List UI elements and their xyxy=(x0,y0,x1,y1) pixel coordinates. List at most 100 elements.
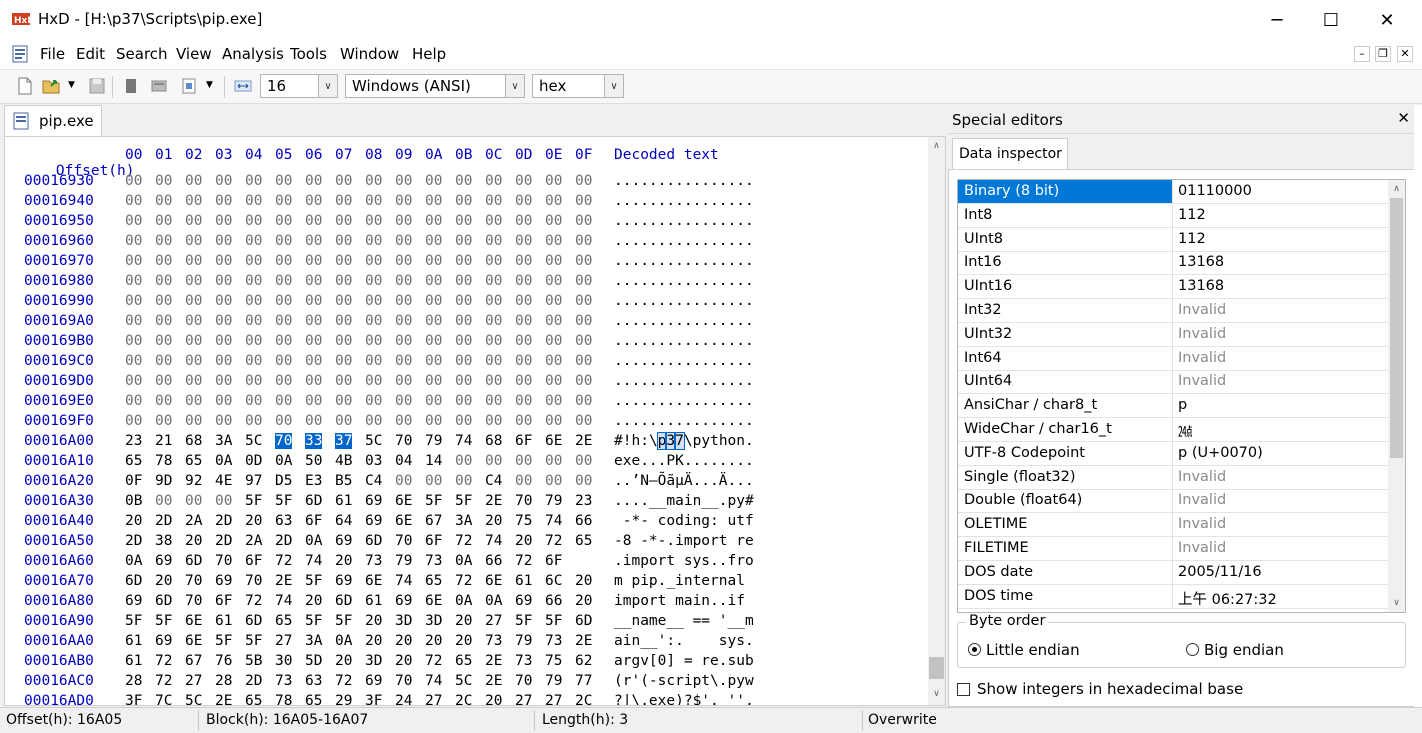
hex-byte[interactable]: 00 xyxy=(515,333,532,349)
hex-byte[interactable]: 20 xyxy=(455,633,472,649)
hex-byte[interactable]: 00 xyxy=(545,253,562,269)
hex-byte[interactable]: 00 xyxy=(185,193,202,209)
hex-byte[interactable]: 00 xyxy=(575,293,592,309)
hex-byte[interactable]: 70 xyxy=(185,573,202,589)
hex-byte[interactable]: 6E xyxy=(185,633,202,649)
hex-byte[interactable]: 00 xyxy=(215,393,232,409)
hex-byte[interactable]: 72 xyxy=(425,653,442,669)
hex-byte[interactable]: 00 xyxy=(155,173,172,189)
inspector-row[interactable]: UInt16 13168 xyxy=(958,275,1388,300)
hex-byte[interactable]: 00 xyxy=(185,373,202,389)
hex-byte[interactable]: 61 xyxy=(335,493,352,509)
hex-byte[interactable]: 00 xyxy=(425,253,442,269)
hex-byte[interactable]: 00 xyxy=(365,173,382,189)
hex-byte[interactable]: 2C xyxy=(455,693,472,705)
hex-byte[interactable]: 00 xyxy=(125,333,142,349)
hex-byte[interactable]: 72 xyxy=(245,593,262,609)
inspector-row[interactable]: WideChar / char16_t ㍰ xyxy=(958,418,1388,442)
hex-byte[interactable]: 00 xyxy=(395,413,412,429)
hex-byte[interactable]: 77 xyxy=(575,673,592,689)
hex-byte[interactable]: 00 xyxy=(275,173,292,189)
hex-byte[interactable]: 2D xyxy=(215,533,232,549)
hex-byte[interactable]: 00 xyxy=(365,253,382,269)
hex-byte[interactable]: 00 xyxy=(245,313,262,329)
hex-byte[interactable]: 6F xyxy=(425,533,442,549)
hex-byte[interactable]: 20 xyxy=(575,573,592,589)
hex-byte[interactable]: 00 xyxy=(395,373,412,389)
hex-byte[interactable]: 00 xyxy=(395,213,412,229)
hex-byte[interactable]: 27 xyxy=(515,693,532,705)
scroll-thumb[interactable] xyxy=(1390,198,1403,458)
hex-byte[interactable]: 79 xyxy=(425,433,442,449)
hex-byte[interactable]: 00 xyxy=(245,193,262,209)
hex-byte[interactable]: 75 xyxy=(515,513,532,529)
hex-byte[interactable]: 00 xyxy=(485,333,502,349)
hex-byte[interactable]: 00 xyxy=(515,193,532,209)
mdi-minimize-button[interactable]: – xyxy=(1354,46,1370,62)
menu-help[interactable]: Help xyxy=(412,45,446,63)
hex-byte[interactable]: 65 xyxy=(275,613,292,629)
hex-byte[interactable]: E3 xyxy=(305,473,322,489)
hex-byte[interactable]: 6E xyxy=(545,433,562,449)
hex-byte[interactable]: 37 xyxy=(335,433,353,449)
hex-byte[interactable]: 00 xyxy=(365,293,382,309)
hex-byte[interactable]: 2E xyxy=(215,693,232,705)
hex-byte[interactable]: 27 xyxy=(425,693,442,705)
hex-byte[interactable]: 72 xyxy=(455,533,472,549)
decoded-text[interactable]: ................ xyxy=(614,413,754,429)
hex-byte[interactable]: 00 xyxy=(215,193,232,209)
hex-byte[interactable]: C4 xyxy=(365,473,382,489)
hex-byte[interactable]: 00 xyxy=(215,413,232,429)
hex-byte[interactable]: 68 xyxy=(185,433,202,449)
hex-byte[interactable]: 00 xyxy=(305,273,322,289)
hex-byte[interactable]: 00 xyxy=(455,473,472,489)
hex-byte[interactable]: 00 xyxy=(125,233,142,249)
hex-byte[interactable]: 00 xyxy=(455,213,472,229)
inspector-value[interactable]: Invalid xyxy=(1178,350,1226,366)
hex-byte[interactable]: 00 xyxy=(215,333,232,349)
hex-byte[interactable]: 5C xyxy=(455,673,472,689)
hex-byte[interactable]: 00 xyxy=(335,413,352,429)
hex-byte[interactable]: 00 xyxy=(455,173,472,189)
hex-byte[interactable]: 00 xyxy=(185,313,202,329)
hex-byte[interactable]: 69 xyxy=(215,573,232,589)
hex-byte[interactable]: 65 xyxy=(455,653,472,669)
hex-byte[interactable]: 00 xyxy=(335,373,352,389)
hex-byte[interactable]: C4 xyxy=(485,473,502,489)
hex-byte[interactable]: 61 xyxy=(125,633,142,649)
hex-byte[interactable]: 6C xyxy=(545,573,562,589)
hex-byte[interactable]: 2E xyxy=(485,493,502,509)
disk-editor-icon[interactable] xyxy=(150,77,168,95)
menu-analysis[interactable]: Analysis xyxy=(222,45,284,63)
hex-byte[interactable]: 00 xyxy=(335,213,352,229)
chevron-down-icon[interactable]: ∨ xyxy=(604,75,623,97)
hex-byte[interactable]: 04 xyxy=(395,453,412,469)
menu-edit[interactable]: Edit xyxy=(76,45,105,63)
hex-byte[interactable]: 29 xyxy=(335,693,352,705)
decoded-text[interactable]: ................ xyxy=(614,253,754,269)
hex-byte[interactable]: 61 xyxy=(515,573,532,589)
hex-byte[interactable]: 69 xyxy=(365,493,382,509)
hex-byte[interactable]: 75 xyxy=(545,653,562,669)
open-folder-icon[interactable] xyxy=(42,77,60,95)
hex-byte[interactable]: 61 xyxy=(215,613,232,629)
hex-byte[interactable]: 00 xyxy=(425,413,442,429)
hex-byte[interactable]: 6E xyxy=(395,513,412,529)
hex-byte[interactable]: 67 xyxy=(185,653,202,669)
hex-byte[interactable]: 0D xyxy=(245,453,262,469)
hex-byte[interactable]: 00 xyxy=(545,453,562,469)
hex-byte[interactable]: 00 xyxy=(455,253,472,269)
hex-byte[interactable]: 20 xyxy=(395,633,412,649)
hex-byte[interactable]: 00 xyxy=(575,333,592,349)
hex-byte[interactable]: 00 xyxy=(335,313,352,329)
hex-byte[interactable]: 00 xyxy=(245,333,262,349)
tab-pip-exe[interactable]: pip.exe xyxy=(4,105,102,136)
hex-byte[interactable]: 73 xyxy=(485,633,502,649)
hex-byte[interactable]: 00 xyxy=(125,273,142,289)
hex-byte[interactable]: 00 xyxy=(575,473,592,489)
scroll-down-icon[interactable]: ∨ xyxy=(1388,594,1405,611)
hex-byte[interactable]: 00 xyxy=(485,393,502,409)
hex-byte[interactable]: 65 xyxy=(125,453,142,469)
hex-byte[interactable]: 00 xyxy=(425,273,442,289)
hex-byte[interactable]: 6D xyxy=(155,593,172,609)
